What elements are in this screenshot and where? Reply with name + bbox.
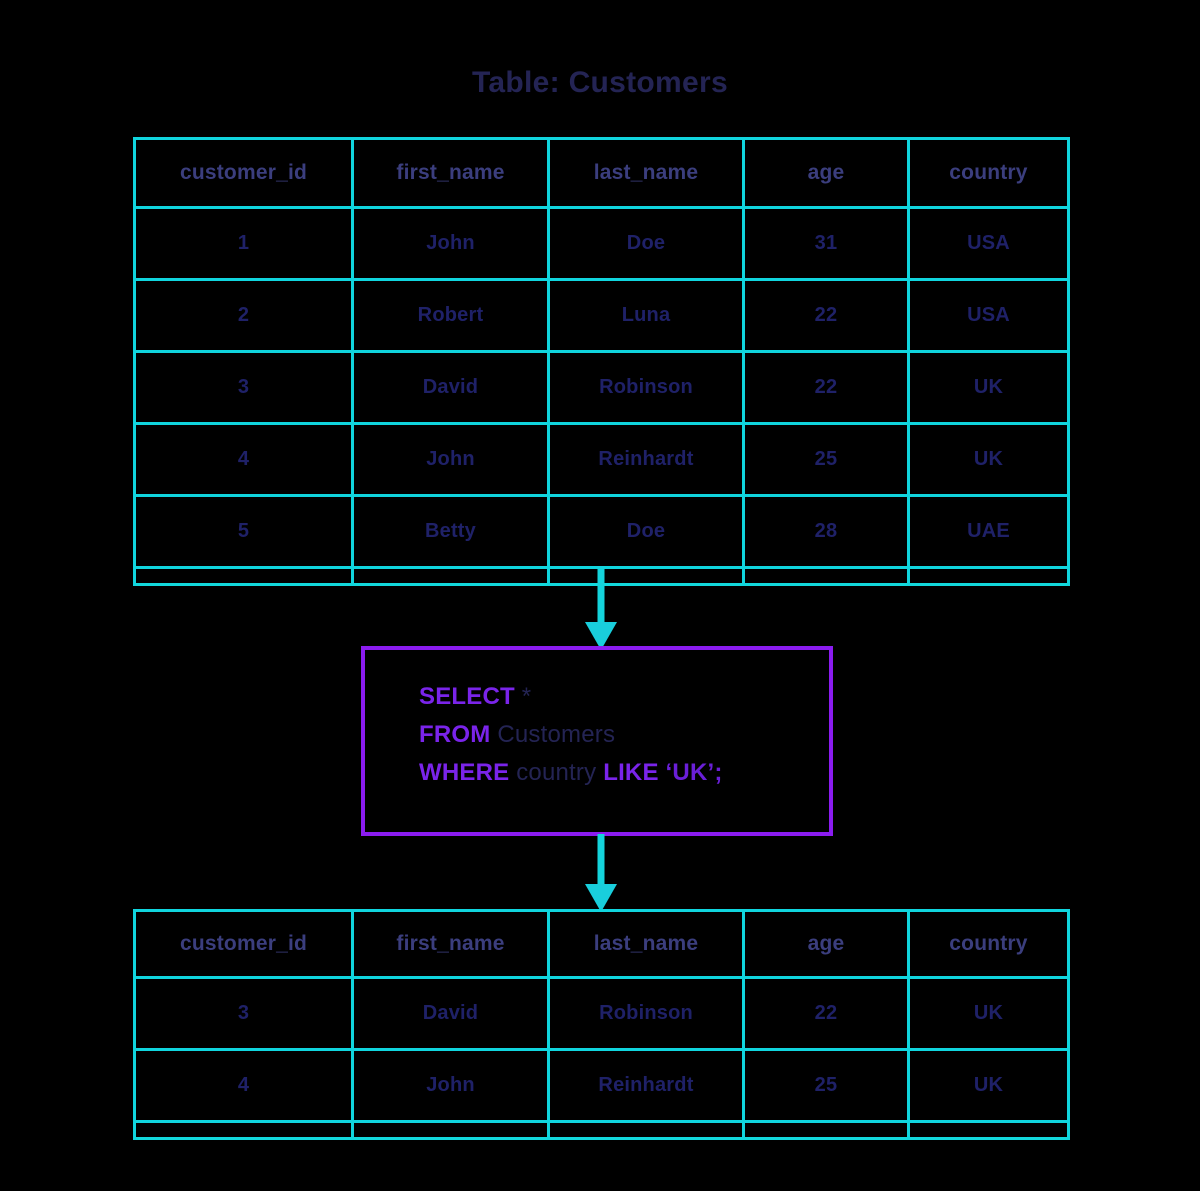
column-header-first-name: first_name [351,137,550,209]
sql-line-from: FROM Customers [419,716,723,754]
cell-last-name: Doe [547,206,745,281]
column-header-customer-id: customer_id [133,137,354,209]
pad-cell [547,1120,745,1139]
column-header-age: age [742,137,910,209]
cell-age: 22 [742,350,910,425]
sql-line-where: WHERE country LIKE ‘UK’; [419,754,723,792]
sql-where-column-wrap: country [509,759,603,786]
cell-age: 25 [742,422,910,497]
cell-customer-id: 5 [133,494,354,569]
cell-country: UK [907,422,1070,497]
table-row: 5 Betty Doe 28 UAE [133,494,1070,569]
cell-last-name: Reinhardt [547,422,745,497]
cell-age: 22 [742,976,910,1051]
sql-from-table: Customers [490,721,615,748]
cell-customer-id: 4 [133,422,354,497]
sql-keyword-where: WHERE [419,759,510,786]
table-row: 3 David Robinson 22 UK [133,350,1070,425]
table-row: 4 John Reinhardt 25 UK [133,1048,1070,1123]
sql-query-box: SELECT * FROM Customers WHERE country LI… [361,646,833,836]
pad-cell [133,566,354,585]
column-header-country: country [907,909,1070,979]
table-header-row: customer_id first_name last_name age cou… [133,909,1070,979]
cell-first-name: John [351,1048,550,1123]
table-row: 3 David Robinson 22 UK [133,976,1070,1051]
cell-country: USA [907,278,1070,353]
table-bottom-padding [133,1120,1070,1139]
pad-cell [907,1120,1070,1139]
cell-last-name: Luna [547,278,745,353]
cell-first-name: David [351,976,550,1051]
cell-last-name: Robinson [547,976,745,1051]
pad-cell [547,566,745,585]
cell-first-name: David [351,350,550,425]
cell-country: UAE [907,494,1070,569]
cell-last-name: Robinson [547,350,745,425]
sql-table-name: Customers [497,721,616,748]
pad-cell [133,1120,354,1139]
cell-customer-id: 2 [133,278,354,353]
sql-where-value: ‘UK’; [665,759,723,786]
sql-line-select: SELECT * [419,678,723,716]
pad-cell [351,566,550,585]
cell-last-name: Reinhardt [547,1048,745,1123]
cell-first-name: Robert [351,278,550,353]
table-row: 2 Robert Luna 22 USA [133,278,1070,353]
cell-age: 31 [742,206,910,281]
pad-cell [351,1120,550,1139]
cell-customer-id: 3 [133,350,354,425]
cell-customer-id: 3 [133,976,354,1051]
cell-first-name: John [351,206,550,281]
column-header-age: age [742,909,910,979]
pad-cell [907,566,1070,585]
sql-keyword-from: FROM [419,721,491,748]
cell-age: 25 [742,1048,910,1123]
cell-customer-id: 4 [133,1048,354,1123]
column-header-country: country [907,137,1070,209]
arrow-query-to-result [585,834,617,912]
column-header-first-name: first_name [351,909,550,979]
cell-country: UK [907,976,1070,1051]
sql-select-list: * [515,683,531,710]
result-table: customer_id first_name last_name age cou… [133,909,1070,1140]
column-header-customer-id: customer_id [133,909,354,979]
table-row: 4 John Reinhardt 25 UK [133,422,1070,497]
cell-country: UK [907,1048,1070,1123]
cell-age: 22 [742,278,910,353]
page-title: Table: Customers [472,66,728,99]
pad-cell [742,1120,910,1139]
cell-customer-id: 1 [133,206,354,281]
pad-cell [742,566,910,585]
cell-country: UK [907,350,1070,425]
sql-query-text: SELECT * FROM Customers WHERE country LI… [419,678,723,792]
sql-keyword-like: LIKE [603,759,659,786]
source-table: customer_id first_name last_name age cou… [133,137,1070,586]
table-row: 1 John Doe 31 USA [133,206,1070,281]
table-header-row: customer_id first_name last_name age cou… [133,137,1070,209]
sql-keyword-select: SELECT [419,683,515,710]
arrow-source-to-query [585,566,617,650]
cell-first-name: John [351,422,550,497]
cell-age: 28 [742,494,910,569]
sql-where-value-wrap: ‘UK’; [659,759,723,786]
sql-where-column: country [516,759,597,786]
column-header-last-name: last_name [547,137,745,209]
sql-select-star: * [521,683,532,710]
cell-first-name: Betty [351,494,550,569]
cell-last-name: Doe [547,494,745,569]
column-header-last-name: last_name [547,909,745,979]
cell-country: USA [907,206,1070,281]
